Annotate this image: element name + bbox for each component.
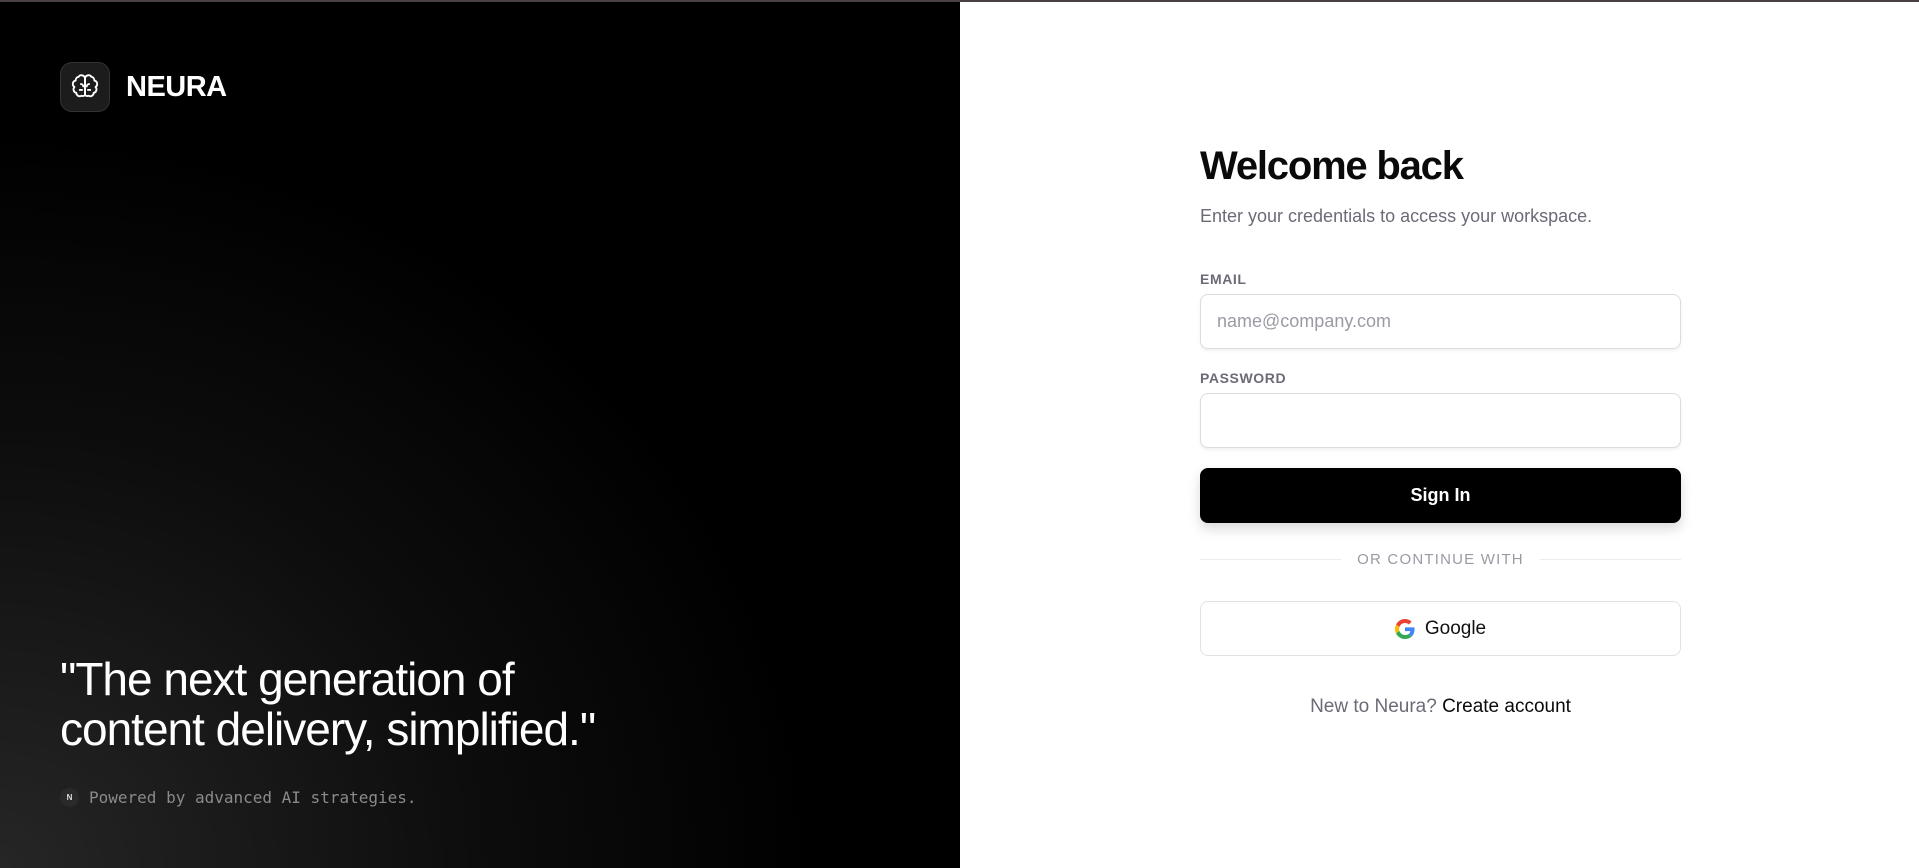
google-icon [1394, 618, 1415, 639]
login-panel: Welcome back Enter your credentials to a… [960, 0, 1919, 868]
hero-quote: "The next generation of content delivery… [60, 654, 760, 754]
neura-badge-icon: N [60, 788, 79, 807]
divider-line-right [1539, 559, 1682, 560]
divider: OR CONTINUE WITH [1200, 551, 1682, 568]
hero-quote-line-1: "The next generation of [60, 653, 515, 705]
google-sign-in-button[interactable]: Google [1200, 601, 1681, 656]
hero-panel: NEURA "The next generation of content de… [0, 0, 960, 868]
create-account-link[interactable]: Create account [1442, 696, 1571, 717]
brain-icon [60, 62, 110, 112]
powered-text: Powered by advanced AI strategies. [89, 788, 417, 807]
brand[interactable]: NEURA [60, 62, 227, 112]
top-border [0, 0, 1919, 2]
google-label: Google [1424, 617, 1487, 639]
signup-prompt: New to Neura? [1310, 696, 1437, 717]
signup-row: New to Neura? Create account [1200, 696, 1681, 718]
divider-line-left [1200, 559, 1342, 560]
email-label: EMAIL [1200, 271, 1247, 287]
login-form: Welcome back Enter your credentials to a… [1200, 142, 1682, 718]
password-label: PASSWORD [1200, 370, 1287, 386]
divider-text: OR CONTINUE WITH [1357, 551, 1524, 568]
powered-by: N Powered by advanced AI strategies. [60, 788, 417, 807]
email-field[interactable] [1200, 294, 1681, 349]
page-title: Welcome back [1200, 144, 1464, 188]
hero-quote-line-2: content delivery, simplified." [60, 703, 596, 755]
page-subtitle: Enter your credentials to access your wo… [1200, 206, 1593, 226]
password-field[interactable] [1200, 393, 1681, 448]
sign-in-button[interactable]: Sign In [1200, 468, 1681, 523]
brand-name: NEURA [126, 70, 227, 103]
